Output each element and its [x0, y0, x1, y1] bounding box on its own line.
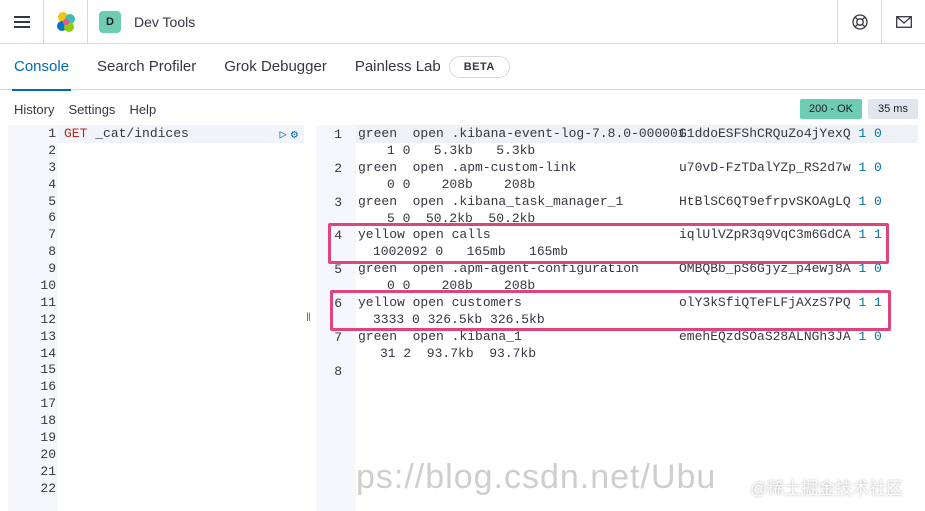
index-uuid: u70vD-FzTDalYZp_RS2d7w 1 0	[679, 160, 882, 177]
line-number: 16	[40, 379, 56, 395]
tab-search-profiler[interactable]: Search Profiler	[97, 44, 196, 90]
elastic-logo-icon	[56, 11, 75, 32]
request-line-numbers: 1 2 3 4 5 6 7 8 9 10 11 12 13 14 15 16 17 18 19 20 21 22	[8, 126, 56, 498]
response-line-number: 7	[334, 329, 342, 345]
line-number: 21	[40, 463, 56, 479]
request-method: GET	[64, 126, 88, 141]
wrench-icon[interactable]: ⚙	[291, 128, 298, 142]
line-number: 5	[48, 193, 56, 209]
line-number: 17	[40, 396, 56, 412]
newsfeed-button[interactable]	[881, 0, 925, 44]
help-link[interactable]: Help	[129, 102, 156, 117]
request-actions: ▷ ⚙	[280, 127, 298, 142]
space-selector[interactable]: D	[88, 0, 132, 44]
uuid-value: HtBlSC6QT9efrpvSKOAgLQ	[679, 193, 851, 209]
line-number: 13	[40, 328, 56, 344]
index-uuid: emehEQzdSOaS28ALNGh3JA 1 0	[679, 329, 882, 346]
line-number: 7	[48, 227, 56, 243]
mail-icon	[895, 16, 912, 28]
request-gutter: 1 2 3 4 5 6 7 8 9 10 11 12 13 14 15 16 17 18 19 20 21 22	[8, 125, 58, 511]
top-header: D Dev Tools	[0, 0, 925, 44]
console-menu: History Settings Help	[14, 102, 170, 117]
pane-resizer-handle[interactable]: ‖	[306, 310, 311, 324]
status-badge: 200 - OK	[800, 99, 862, 119]
tab-console[interactable]: Console	[11, 44, 72, 91]
line-number: 6	[48, 210, 56, 226]
response-row-stats: 0 0 208b 208b	[387, 176, 536, 192]
highlight-customers-row	[330, 290, 891, 331]
line-number: 19	[40, 430, 56, 446]
uuid-value: u70vD-FzTDalYZp_RS2d7w	[679, 159, 851, 175]
response-line-number: 2	[334, 160, 342, 176]
request-editor[interactable]: 1 2 3 4 5 6 7 8 9 10 11 12 13 14 15 16 17 18 19 20 21 22 GET …	[8, 125, 304, 511]
line-number: 20	[40, 446, 56, 462]
line-number: 12	[40, 311, 56, 327]
tab-grok-debugger[interactable]: Grok Debugger	[224, 44, 327, 90]
index-info: green open .kibana_task_manager_1	[358, 193, 624, 209]
site-watermark: @稀土掘金技术社区	[750, 479, 904, 498]
shard-counts: 1 0	[858, 159, 882, 175]
line-number: 10	[40, 278, 56, 294]
menu-button[interactable]	[0, 0, 44, 44]
hamburger-icon	[13, 15, 30, 28]
highlight-calls-row	[328, 223, 889, 264]
index-info: green open .kibana-event-log-7.8.0-00000…	[358, 126, 686, 141]
kibana-logo[interactable]	[44, 0, 88, 44]
response-line-number: 3	[334, 194, 342, 210]
uuid-value: G1ddoESFShCRQuZo4jYexQ	[679, 126, 851, 141]
header-actions	[837, 0, 925, 44]
play-icon[interactable]: ▷	[280, 128, 287, 142]
index-info: green open .apm-custom-link	[358, 159, 577, 175]
help-menu-button[interactable]	[837, 0, 881, 44]
request-text: GET _cat/indices	[64, 126, 189, 143]
response-line-number: 8	[334, 363, 342, 379]
shard-counts: 1 0	[858, 193, 882, 209]
request-time-badge: 35 ms	[868, 99, 918, 119]
history-link[interactable]: History	[14, 102, 54, 117]
line-number: 18	[40, 413, 56, 429]
line-number: 3	[48, 159, 56, 175]
space-avatar: D	[99, 10, 121, 33]
line-number: 22	[40, 480, 56, 496]
line-number: 15	[40, 362, 56, 378]
line-number: 2	[48, 142, 56, 158]
line-number: 4	[48, 176, 56, 192]
shard-counts: 1 0	[858, 328, 882, 344]
beta-badge: BETA	[448, 55, 510, 78]
index-info: green open .kibana_1	[358, 328, 522, 344]
line-number: 11	[40, 294, 56, 310]
index-uuid: G1ddoESFShCRQuZo4jYexQ 1 0	[679, 126, 882, 143]
request-path: _cat/indices	[95, 126, 189, 141]
line-number: 9	[48, 261, 56, 277]
uuid-value: emehEQzdSOaS28ALNGh3JA	[679, 328, 851, 344]
response-row-stats: 1 0 5.3kb 5.3kb	[387, 142, 536, 158]
lifebuoy-icon	[851, 14, 868, 30]
app-title: Dev Tools	[134, 13, 196, 30]
index-uuid: HtBlSC6QT9efrpvSKOAgLQ 1 0	[679, 194, 882, 211]
settings-link[interactable]: Settings	[68, 102, 115, 117]
devtools-tabs: Console Search Profiler Grok Debugger Pa…	[0, 44, 925, 91]
url-watermark: ps://blog.csdn.net/Ubu	[356, 458, 717, 496]
tab-painless-lab[interactable]: Painless Lab	[355, 44, 441, 90]
response-row-stats: 31 2 93.7kb 93.7kb	[380, 345, 537, 361]
line-number: 8	[48, 244, 56, 260]
line-number: 14	[40, 345, 56, 361]
shard-counts: 1 0	[858, 126, 882, 141]
line-number: 1	[48, 126, 56, 141]
response-line-number: 1	[334, 127, 342, 142]
response-line-number: 5	[334, 262, 342, 278]
